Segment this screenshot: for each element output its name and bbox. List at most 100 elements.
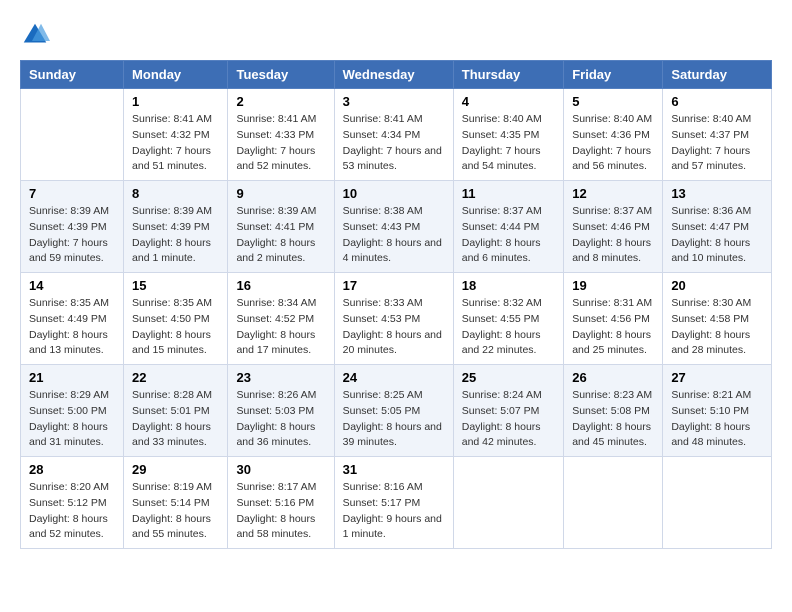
day-info: Sunrise: 8:17 AMSunset: 5:16 PMDaylight:… (236, 480, 325, 543)
calendar-cell: 3 Sunrise: 8:41 AMSunset: 4:34 PMDayligh… (334, 89, 453, 181)
calendar-cell: 17 Sunrise: 8:33 AMSunset: 4:53 PMDaylig… (334, 273, 453, 365)
day-info: Sunrise: 8:19 AMSunset: 5:14 PMDaylight:… (132, 480, 219, 543)
calendar-cell (564, 457, 663, 549)
day-number: 1 (132, 94, 219, 109)
day-info: Sunrise: 8:34 AMSunset: 4:52 PMDaylight:… (236, 296, 325, 359)
day-number: 20 (671, 278, 763, 293)
calendar-week-row: 7 Sunrise: 8:39 AMSunset: 4:39 PMDayligh… (21, 181, 772, 273)
day-info: Sunrise: 8:30 AMSunset: 4:58 PMDaylight:… (671, 296, 763, 359)
weekday-header: Tuesday (228, 61, 334, 89)
day-number: 12 (572, 186, 654, 201)
day-info: Sunrise: 8:24 AMSunset: 5:07 PMDaylight:… (462, 388, 555, 451)
day-number: 11 (462, 186, 555, 201)
day-number: 7 (29, 186, 115, 201)
day-number: 13 (671, 186, 763, 201)
day-info: Sunrise: 8:35 AMSunset: 4:50 PMDaylight:… (132, 296, 219, 359)
calendar-header: SundayMondayTuesdayWednesdayThursdayFrid… (21, 61, 772, 89)
day-info: Sunrise: 8:37 AMSunset: 4:46 PMDaylight:… (572, 204, 654, 267)
day-number: 3 (343, 94, 445, 109)
calendar-cell: 19 Sunrise: 8:31 AMSunset: 4:56 PMDaylig… (564, 273, 663, 365)
day-info: Sunrise: 8:38 AMSunset: 4:43 PMDaylight:… (343, 204, 445, 267)
calendar-cell: 20 Sunrise: 8:30 AMSunset: 4:58 PMDaylig… (663, 273, 772, 365)
calendar-week-row: 21 Sunrise: 8:29 AMSunset: 5:00 PMDaylig… (21, 365, 772, 457)
logo-icon (20, 20, 50, 50)
day-number: 6 (671, 94, 763, 109)
calendar-cell: 25 Sunrise: 8:24 AMSunset: 5:07 PMDaylig… (453, 365, 563, 457)
calendar-cell: 4 Sunrise: 8:40 AMSunset: 4:35 PMDayligh… (453, 89, 563, 181)
day-info: Sunrise: 8:39 AMSunset: 4:39 PMDaylight:… (132, 204, 219, 267)
calendar-cell: 27 Sunrise: 8:21 AMSunset: 5:10 PMDaylig… (663, 365, 772, 457)
day-info: Sunrise: 8:39 AMSunset: 4:41 PMDaylight:… (236, 204, 325, 267)
calendar-cell (453, 457, 563, 549)
day-number: 19 (572, 278, 654, 293)
calendar-cell: 14 Sunrise: 8:35 AMSunset: 4:49 PMDaylig… (21, 273, 124, 365)
day-number: 23 (236, 370, 325, 385)
day-number: 29 (132, 462, 219, 477)
calendar-cell (21, 89, 124, 181)
calendar-cell: 11 Sunrise: 8:37 AMSunset: 4:44 PMDaylig… (453, 181, 563, 273)
calendar-body: 1 Sunrise: 8:41 AMSunset: 4:32 PMDayligh… (21, 89, 772, 549)
weekday-row: SundayMondayTuesdayWednesdayThursdayFrid… (21, 61, 772, 89)
calendar-cell: 5 Sunrise: 8:40 AMSunset: 4:36 PMDayligh… (564, 89, 663, 181)
day-info: Sunrise: 8:21 AMSunset: 5:10 PMDaylight:… (671, 388, 763, 451)
day-info: Sunrise: 8:39 AMSunset: 4:39 PMDaylight:… (29, 204, 115, 267)
day-info: Sunrise: 8:40 AMSunset: 4:36 PMDaylight:… (572, 112, 654, 175)
calendar-cell: 24 Sunrise: 8:25 AMSunset: 5:05 PMDaylig… (334, 365, 453, 457)
calendar-cell: 30 Sunrise: 8:17 AMSunset: 5:16 PMDaylig… (228, 457, 334, 549)
day-info: Sunrise: 8:23 AMSunset: 5:08 PMDaylight:… (572, 388, 654, 451)
day-info: Sunrise: 8:35 AMSunset: 4:49 PMDaylight:… (29, 296, 115, 359)
day-info: Sunrise: 8:36 AMSunset: 4:47 PMDaylight:… (671, 204, 763, 267)
day-number: 9 (236, 186, 325, 201)
weekday-header: Saturday (663, 61, 772, 89)
page-header (20, 20, 772, 50)
logo (20, 20, 54, 50)
day-info: Sunrise: 8:37 AMSunset: 4:44 PMDaylight:… (462, 204, 555, 267)
day-number: 16 (236, 278, 325, 293)
calendar-table: SundayMondayTuesdayWednesdayThursdayFrid… (20, 60, 772, 549)
day-number: 14 (29, 278, 115, 293)
calendar-cell: 16 Sunrise: 8:34 AMSunset: 4:52 PMDaylig… (228, 273, 334, 365)
day-info: Sunrise: 8:40 AMSunset: 4:35 PMDaylight:… (462, 112, 555, 175)
calendar-week-row: 28 Sunrise: 8:20 AMSunset: 5:12 PMDaylig… (21, 457, 772, 549)
calendar-week-row: 14 Sunrise: 8:35 AMSunset: 4:49 PMDaylig… (21, 273, 772, 365)
day-number: 17 (343, 278, 445, 293)
weekday-header: Thursday (453, 61, 563, 89)
day-number: 24 (343, 370, 445, 385)
day-number: 28 (29, 462, 115, 477)
day-number: 25 (462, 370, 555, 385)
calendar-cell: 7 Sunrise: 8:39 AMSunset: 4:39 PMDayligh… (21, 181, 124, 273)
calendar-cell: 9 Sunrise: 8:39 AMSunset: 4:41 PMDayligh… (228, 181, 334, 273)
day-number: 18 (462, 278, 555, 293)
calendar-cell: 15 Sunrise: 8:35 AMSunset: 4:50 PMDaylig… (124, 273, 228, 365)
calendar-cell: 28 Sunrise: 8:20 AMSunset: 5:12 PMDaylig… (21, 457, 124, 549)
weekday-header: Wednesday (334, 61, 453, 89)
calendar-week-row: 1 Sunrise: 8:41 AMSunset: 4:32 PMDayligh… (21, 89, 772, 181)
day-info: Sunrise: 8:29 AMSunset: 5:00 PMDaylight:… (29, 388, 115, 451)
calendar-cell: 2 Sunrise: 8:41 AMSunset: 4:33 PMDayligh… (228, 89, 334, 181)
day-info: Sunrise: 8:26 AMSunset: 5:03 PMDaylight:… (236, 388, 325, 451)
day-info: Sunrise: 8:25 AMSunset: 5:05 PMDaylight:… (343, 388, 445, 451)
day-number: 21 (29, 370, 115, 385)
day-number: 30 (236, 462, 325, 477)
day-number: 26 (572, 370, 654, 385)
day-number: 4 (462, 94, 555, 109)
calendar-cell: 1 Sunrise: 8:41 AMSunset: 4:32 PMDayligh… (124, 89, 228, 181)
day-number: 2 (236, 94, 325, 109)
calendar-cell (663, 457, 772, 549)
calendar-cell: 13 Sunrise: 8:36 AMSunset: 4:47 PMDaylig… (663, 181, 772, 273)
calendar-cell: 10 Sunrise: 8:38 AMSunset: 4:43 PMDaylig… (334, 181, 453, 273)
day-number: 27 (671, 370, 763, 385)
day-info: Sunrise: 8:28 AMSunset: 5:01 PMDaylight:… (132, 388, 219, 451)
day-number: 10 (343, 186, 445, 201)
day-info: Sunrise: 8:40 AMSunset: 4:37 PMDaylight:… (671, 112, 763, 175)
day-info: Sunrise: 8:31 AMSunset: 4:56 PMDaylight:… (572, 296, 654, 359)
calendar-cell: 18 Sunrise: 8:32 AMSunset: 4:55 PMDaylig… (453, 273, 563, 365)
day-info: Sunrise: 8:20 AMSunset: 5:12 PMDaylight:… (29, 480, 115, 543)
day-info: Sunrise: 8:32 AMSunset: 4:55 PMDaylight:… (462, 296, 555, 359)
day-info: Sunrise: 8:41 AMSunset: 4:33 PMDaylight:… (236, 112, 325, 175)
calendar-cell: 12 Sunrise: 8:37 AMSunset: 4:46 PMDaylig… (564, 181, 663, 273)
calendar-cell: 26 Sunrise: 8:23 AMSunset: 5:08 PMDaylig… (564, 365, 663, 457)
day-info: Sunrise: 8:41 AMSunset: 4:32 PMDaylight:… (132, 112, 219, 175)
day-number: 22 (132, 370, 219, 385)
calendar-cell: 6 Sunrise: 8:40 AMSunset: 4:37 PMDayligh… (663, 89, 772, 181)
